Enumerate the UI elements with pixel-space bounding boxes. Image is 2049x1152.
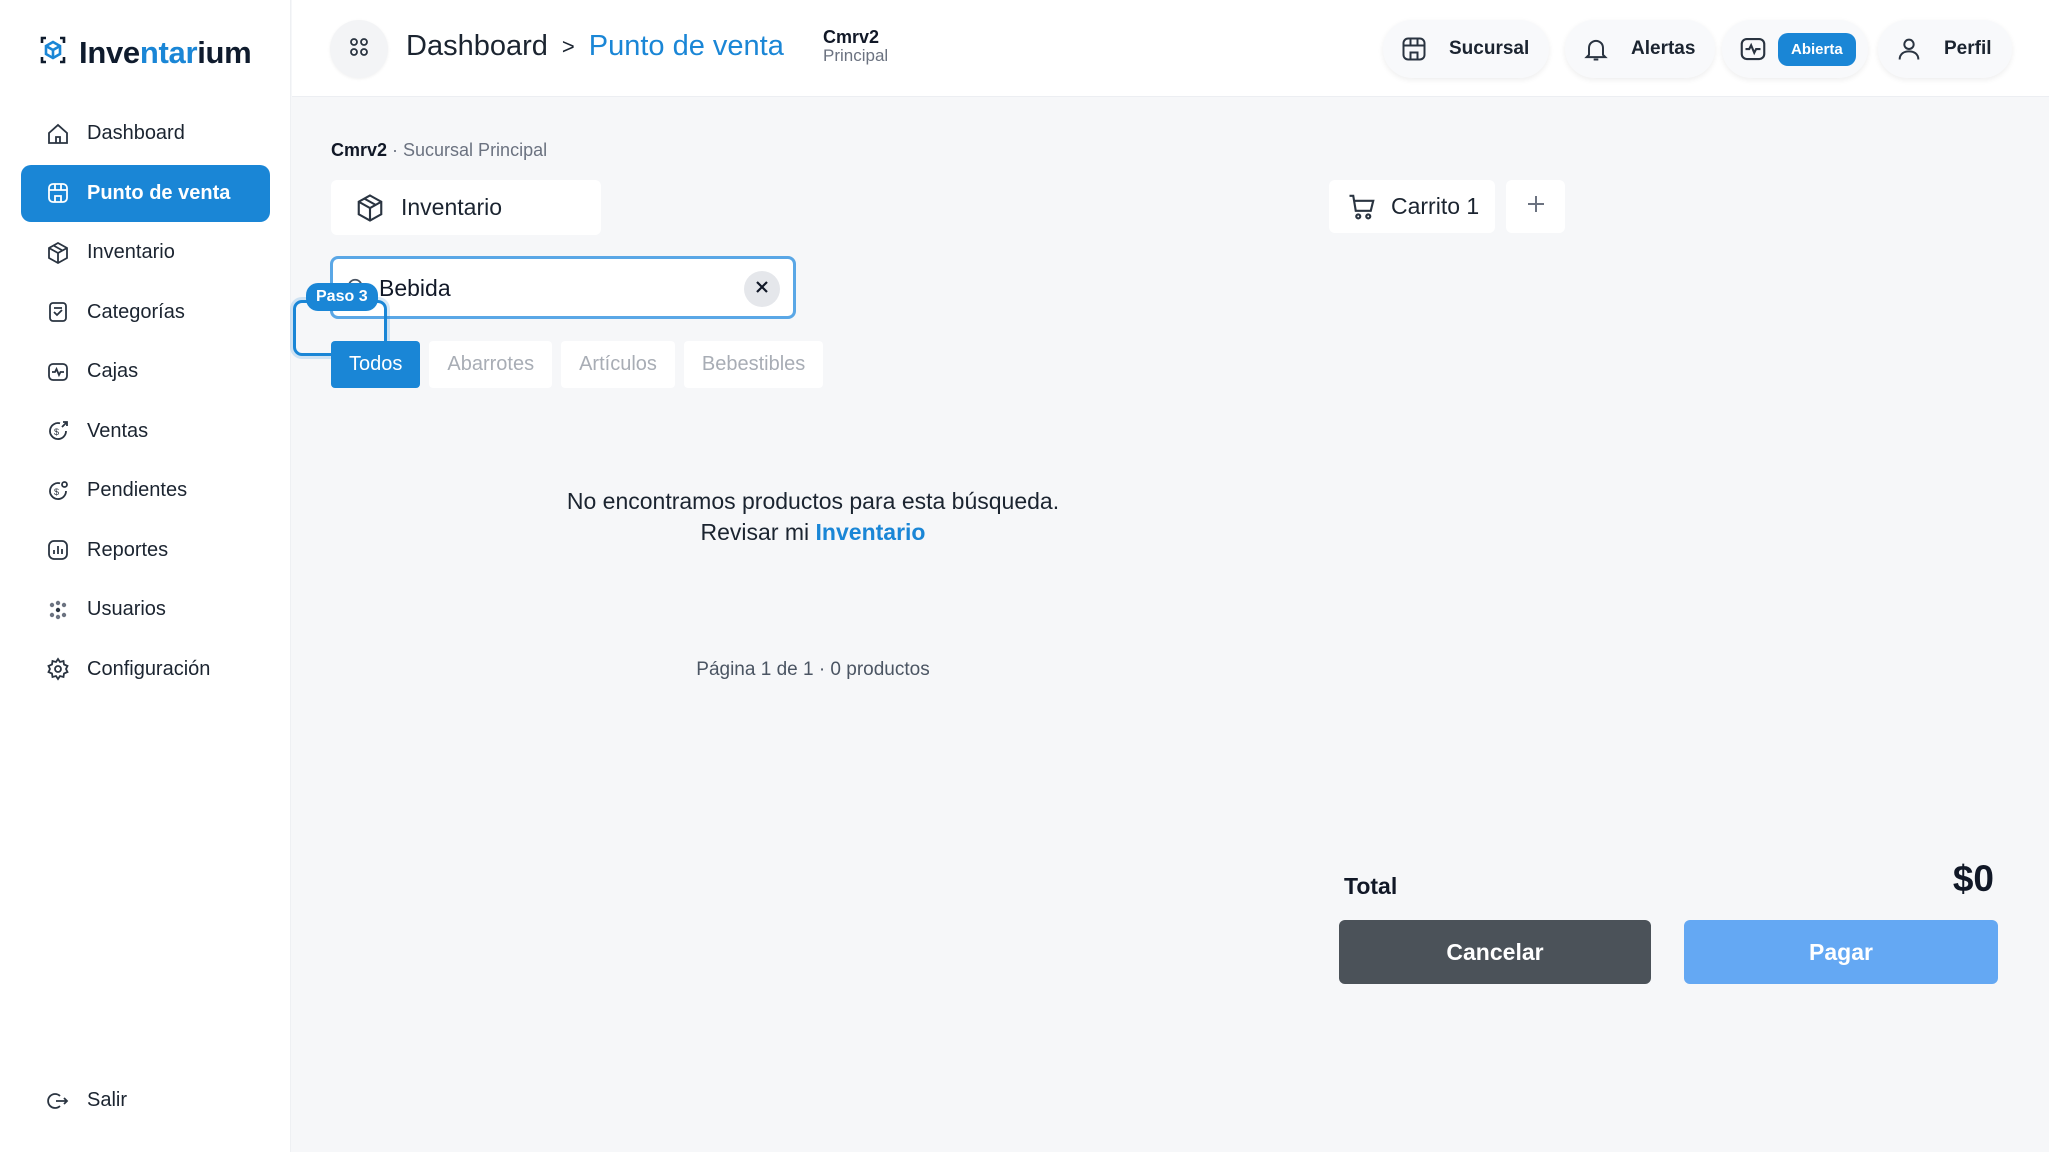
grid-icon	[347, 35, 371, 64]
box-icon	[45, 240, 71, 266]
tab-carrito-1[interactable]: Carrito 1	[1329, 180, 1495, 233]
cash-register-icon	[1738, 34, 1768, 64]
logo-icon	[37, 34, 69, 71]
company-branch-info: Cmrv2 Principal	[823, 28, 888, 65]
sidebar-item-cajas[interactable]: Cajas	[21, 343, 270, 400]
box-icon	[355, 193, 385, 223]
product-search	[330, 256, 796, 319]
tag-icon	[45, 299, 71, 325]
sidebar-item-label: Punto de venta	[87, 181, 231, 204]
plus-icon	[1526, 194, 1546, 219]
cancel-button[interactable]: Cancelar	[1339, 920, 1651, 984]
logout-section: Salir	[21, 1072, 270, 1132]
sucursal-button[interactable]: Sucursal	[1383, 20, 1550, 78]
users-icon	[45, 597, 71, 623]
tour-step-badge: Paso 3	[306, 283, 378, 311]
category-articulos[interactable]: Artículos	[561, 341, 675, 388]
alertas-label: Alertas	[1631, 38, 1696, 59]
branch-name: Principal	[823, 45, 889, 65]
gear-icon	[45, 656, 71, 682]
sidebar-item-reportes[interactable]: Reportes	[21, 522, 270, 579]
sucursal-label: Sucursal	[1449, 38, 1530, 59]
tab-inventario[interactable]: Inventario	[331, 180, 601, 235]
sidebar: Inventarium Dashboard Punto de venta Inv…	[0, 0, 291, 1152]
inventario-link[interactable]: Inventario	[816, 519, 926, 545]
category-abarrotes[interactable]: Abarrotes	[429, 341, 553, 388]
empty-hint: Revisar mi Inventario	[700, 519, 926, 545]
store-icon	[45, 180, 71, 206]
logo-text: Inventarium	[79, 34, 252, 70]
cart-icon	[1347, 192, 1377, 222]
clear-search-button[interactable]	[744, 271, 780, 307]
breadcrumb-current: Punto de venta	[588, 30, 784, 62]
cart-tab-label: Carrito 1	[1391, 193, 1480, 219]
sidebar-item-label: Ventas	[87, 419, 149, 442]
empty-message: No encontramos productos para esta búsqu…	[566, 488, 1060, 514]
sidebar-item-label: Categorías	[87, 300, 185, 323]
perfil-button[interactable]: Perfil	[1878, 20, 2012, 78]
tab-inventario-label: Inventario	[401, 194, 503, 220]
sidebar-item-label: Dashboard	[87, 122, 185, 144]
add-cart-button[interactable]	[1506, 180, 1565, 233]
sidebar-item-dashboard[interactable]: Dashboard	[21, 105, 270, 162]
total-label: Total	[1344, 873, 1398, 899]
empty-state: No encontramos productos para esta búsqu…	[420, 486, 1206, 548]
close-icon	[754, 279, 770, 300]
total-value: $0	[1952, 858, 1994, 899]
pay-button[interactable]: Pagar	[1684, 920, 1998, 984]
caja-status-button[interactable]: Abierta	[1722, 20, 1868, 78]
sales-icon: $	[45, 418, 71, 444]
sidebar-item-label: Configuración	[87, 657, 211, 680]
pagination-info: Página 1 de 1 · 0 productos	[696, 659, 930, 680]
company-name: Cmrv2	[823, 27, 880, 47]
sidebar-item-label: Pendientes	[87, 479, 188, 501]
logout-icon	[45, 1088, 71, 1114]
store-icon	[1399, 34, 1429, 64]
breadcrumb-root[interactable]: Dashboard	[406, 30, 548, 63]
sidebar-item-usuarios[interactable]: Usuarios	[21, 581, 270, 638]
sidebar-item-punto-de-venta[interactable]: Punto de venta	[21, 164, 270, 222]
sidebar-item-label: Reportes	[87, 538, 169, 561]
logout-label: Salir	[87, 1089, 128, 1111]
branch-subtitle: Cmrv2 · Sucursal Principal	[331, 140, 548, 160]
sidebar-nav: Dashboard Punto de venta Inventario Cate…	[21, 105, 270, 700]
category-bebestibles[interactable]: Bebestibles	[683, 341, 824, 388]
sidebar-item-label: Usuarios	[87, 598, 166, 620]
pending-icon: $	[45, 478, 71, 504]
user-icon	[1894, 34, 1924, 64]
category-todos[interactable]: Todos	[331, 341, 421, 388]
breadcrumb: Dashboard > Punto de venta	[406, 30, 784, 63]
alertas-button[interactable]: Alertas	[1565, 20, 1716, 78]
home-icon	[45, 121, 71, 147]
category-filters: Todos Abarrotes Artículos Bebestibles	[331, 341, 824, 388]
breadcrumb-separator: >	[561, 33, 575, 59]
sidebar-item-label: Cajas	[87, 360, 139, 382]
search-input[interactable]	[379, 273, 709, 303]
sidebar-item-ventas[interactable]: $ Ventas	[21, 403, 270, 460]
caja-status-badge: Abierta	[1778, 32, 1856, 66]
cash-register-icon	[45, 359, 71, 385]
top-header: Dashboard > Punto de venta Cmrv2 Princip…	[292, 0, 2049, 97]
svg-text:$: $	[54, 427, 59, 437]
sidebar-item-inventario[interactable]: Inventario	[21, 224, 270, 281]
bell-icon	[1581, 34, 1611, 64]
perfil-label: Perfil	[1944, 38, 1992, 59]
apps-grid-button[interactable]	[330, 20, 388, 78]
chart-icon	[45, 537, 71, 563]
sidebar-item-categorias[interactable]: Categorías	[21, 284, 270, 341]
sidebar-item-label: Inventario	[87, 241, 175, 263]
sidebar-item-pendientes[interactable]: $ Pendientes	[21, 462, 270, 519]
app-logo[interactable]: Inventarium	[37, 34, 252, 71]
sidebar-item-configuracion[interactable]: Configuración	[21, 641, 270, 698]
logout-button[interactable]: Salir	[21, 1072, 270, 1129]
svg-text:$: $	[54, 487, 59, 497]
